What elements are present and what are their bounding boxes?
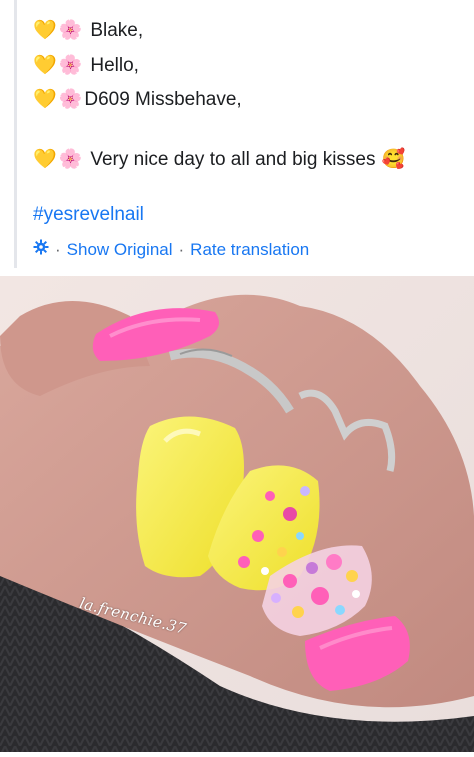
post-line-text: D609 Missbehave, (84, 89, 242, 110)
post-line-1: 💛 🌸 Blake, (33, 19, 143, 43)
separator: · (55, 239, 61, 259)
hashtag-link[interactable]: #yesrevelnail (33, 204, 144, 226)
post-line-3: 💛 🌸 D609 Missbehave, (33, 88, 242, 112)
yellow-heart-icon: 💛 (33, 149, 57, 170)
separator: · (178, 239, 185, 259)
post-line-4: 💛 🌸 Very nice day to all and big kisses … (33, 148, 407, 172)
translation-bar: · Show Original · Rate translation (33, 239, 309, 260)
yellow-heart-icon: 💛 (33, 20, 57, 41)
blossom-icon: 🌸 (58, 55, 83, 76)
rate-translation-link[interactable]: Rate translation (190, 240, 309, 260)
blossom-icon: 🌸 (58, 149, 83, 170)
yellow-heart-icon: 💛 (33, 55, 57, 76)
smiling-face-with-hearts-icon: 🥰 (381, 149, 406, 170)
post-line-text: Very nice day to all and big kisses (90, 149, 376, 170)
post-photo[interactable] (0, 276, 474, 752)
post-line-2: 💛 🌸 Hello, (33, 54, 139, 78)
blossom-icon: 🌸 (58, 89, 83, 110)
yellow-heart-icon: 💛 (33, 89, 57, 110)
show-original-link[interactable]: Show Original (67, 240, 173, 260)
post-line-text: Blake, (90, 20, 144, 41)
blossom-icon: 🌸 (58, 20, 83, 41)
post-line-text: Hello, (90, 55, 139, 76)
post-text: 💛 🌸 Blake, 💛 🌸 Hello, 💛 🌸 D609 Missbehav… (14, 0, 474, 268)
gear-icon[interactable] (33, 239, 49, 260)
